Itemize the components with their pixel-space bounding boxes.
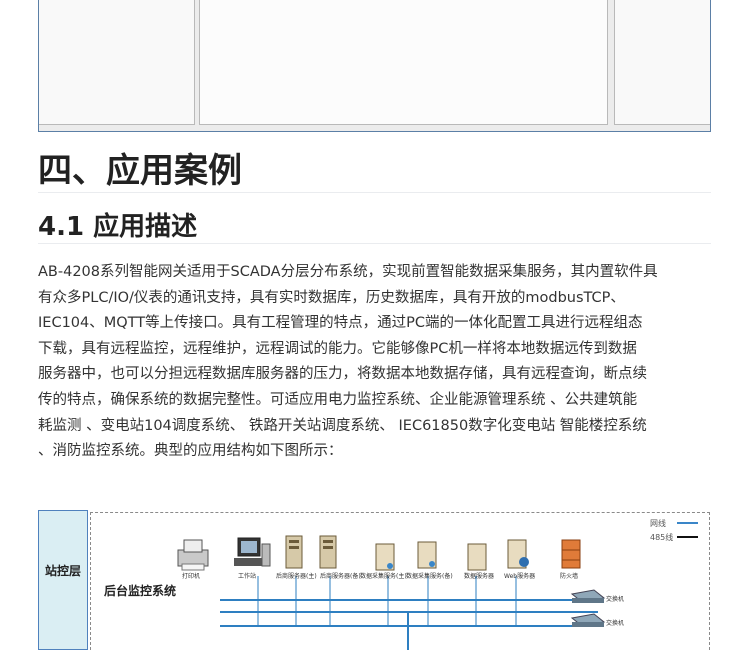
paragraph-line: IEC104、MQTT等上传接口。具有工程管理的特点，通过PC端的一体化配置工具… xyxy=(38,315,643,332)
paragraph-line: 有众多PLC/IO/仪表的通讯支持，具有实时数据库，历史数据库，具有开放的mod… xyxy=(38,289,625,306)
switch-label: 交换机 xyxy=(606,596,625,603)
device-label: 工作站 xyxy=(238,573,257,580)
left-pane xyxy=(39,0,195,125)
device-label: 防火墙 xyxy=(560,573,579,580)
section-heading: 四、应用案例 xyxy=(38,146,711,193)
paragraph-line: AB-4208系列智能网关适用于SCADA分层分布系统，实现前置智能数据采集服务… xyxy=(38,264,658,280)
device-label: 数据服务器 xyxy=(464,573,495,580)
middle-pane xyxy=(199,0,608,125)
collector-server-icon-primary xyxy=(375,543,395,571)
subsection-heading: 4.1 应用描述 xyxy=(38,207,711,244)
paragraph-line: 下载，具有远程监控，远程维护，远程调试的能力。它能够像PC机一样将本地数据远传到… xyxy=(38,340,637,357)
architecture-diagram: 站控层 后台监控系统 网线 485线 打印机 工作站 后商服务器(主) 后商服务… xyxy=(38,510,712,650)
switch-icon-2 xyxy=(570,613,606,627)
server-icon-backup xyxy=(319,535,337,569)
firewall-icon xyxy=(561,539,581,569)
collector-server-icon-backup xyxy=(417,541,437,569)
paragraph-line: 、消防监控系统。典型的应用结构如下图所示： xyxy=(38,443,343,460)
switch-icon-1 xyxy=(570,589,606,603)
paragraph-line: 传的特点，确保系统的数据完整性。可适应用电力监控系统、企业能源管理系统 、公共建… xyxy=(38,391,638,408)
diagram-graphics xyxy=(177,522,698,650)
switch-label: 交换机 xyxy=(606,620,625,627)
paragraph-line: 服务器中，也可以分担远程数据库服务器的压力，将数据本地数据存储，具有远程查询，断… xyxy=(38,366,647,383)
data-server-icon xyxy=(467,543,487,571)
paragraph-line: 耗监测 、变电站104调度系统、 铁路开关站调度系统、 IEC61850数字化变… xyxy=(38,417,647,434)
description-paragraph: AB-4208系列智能网关适用于SCADA分层分布系统，实现前置智能数据采集服务… xyxy=(38,260,718,465)
device-label: 数据采集服务(主) xyxy=(360,573,407,580)
server-icon-primary xyxy=(285,535,303,569)
web-server-icon xyxy=(507,539,529,569)
device-label: 后商服务器(备) xyxy=(320,573,361,580)
workstation-icon xyxy=(234,537,271,567)
printer-icon xyxy=(177,539,209,571)
top-screenshot-frame xyxy=(38,0,711,132)
device-label: 数据采集服务(备) xyxy=(406,573,453,580)
device-label: 打印机 xyxy=(182,573,201,580)
device-label: Web服务器 xyxy=(504,573,536,580)
right-pane xyxy=(614,0,710,125)
device-label: 后商服务器(主) xyxy=(276,573,317,580)
